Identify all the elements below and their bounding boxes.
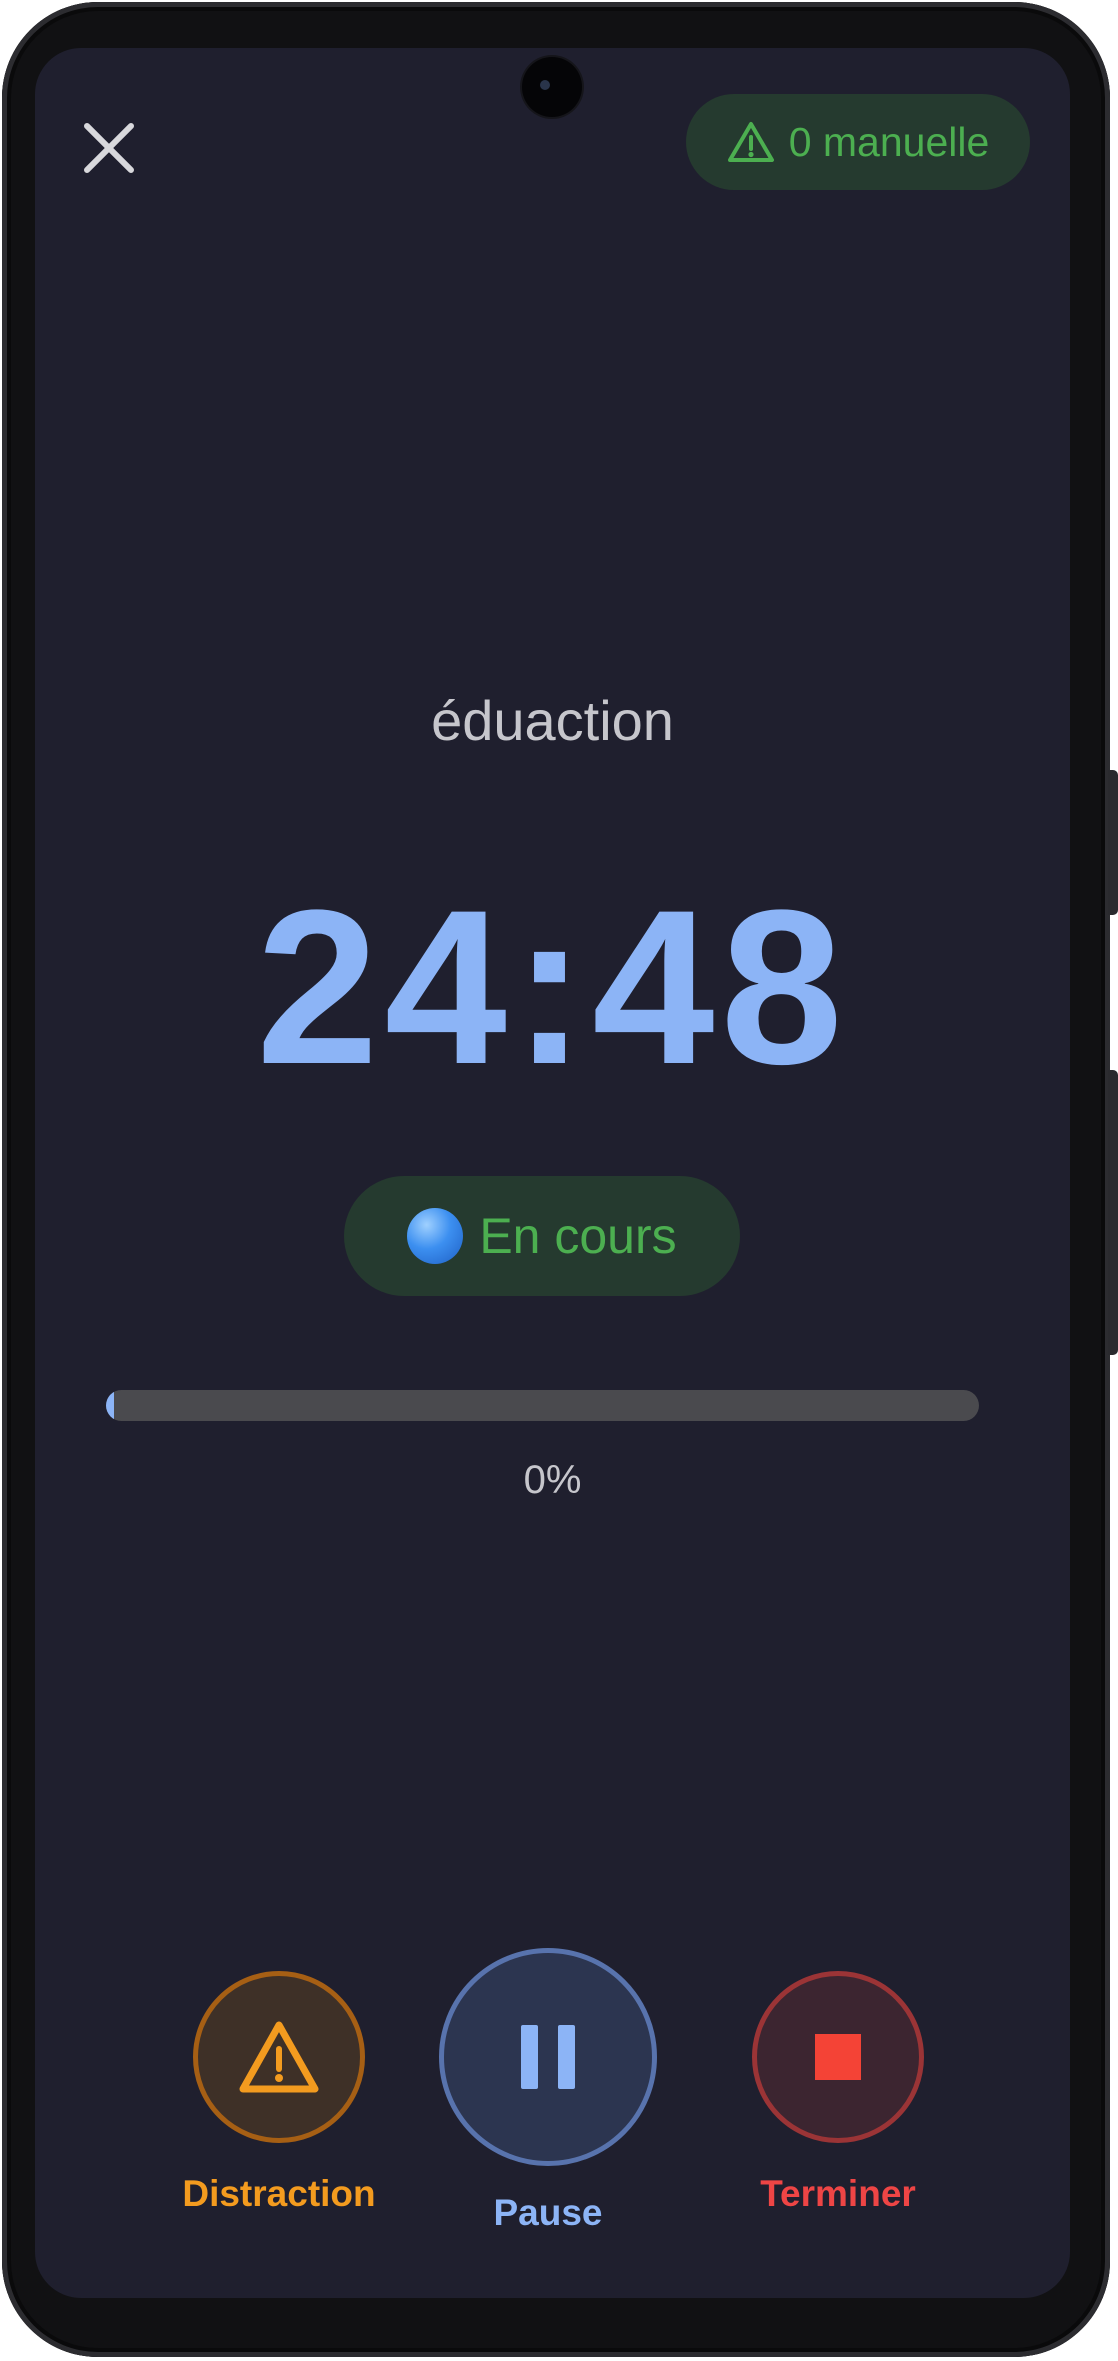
stop-label: Terminer <box>760 2173 916 2214</box>
pause-icon <box>521 2025 575 2089</box>
stop-icon <box>815 2034 861 2080</box>
power-button <box>1108 1070 1118 1355</box>
close-icon <box>84 123 134 173</box>
activity-title: éduaction <box>431 689 674 752</box>
pause-circle[interactable] <box>439 1948 657 2166</box>
status-label: En cours <box>479 1208 677 1264</box>
close-button[interactable] <box>79 118 139 178</box>
progress-bar <box>106 1390 979 1421</box>
focus-session-screen: 0 manuelle éduaction 24:48 En cours 0% D… <box>35 48 1070 2298</box>
warning-triangle-icon <box>727 122 774 162</box>
stop-button[interactable]: Terminer <box>712 1971 964 2215</box>
blue-circle-icon <box>407 1208 464 1264</box>
countdown-timer: 24:48 <box>256 864 849 1110</box>
status-badge: En cours <box>344 1176 740 1296</box>
phone-device: 0 manuelle éduaction 24:48 En cours 0% D… <box>0 0 1118 2361</box>
volume-button <box>1108 770 1118 915</box>
pause-label: Pause <box>493 2192 603 2233</box>
front-camera <box>522 57 582 117</box>
warning-triangle-icon <box>239 2021 319 2093</box>
progress-percent: 0% <box>523 1458 582 1502</box>
progress-bar-fill <box>106 1390 114 1421</box>
distraction-label: Distraction <box>182 2173 376 2214</box>
stop-circle[interactable] <box>752 1971 924 2143</box>
distraction-circle[interactable] <box>193 1971 365 2143</box>
manual-count-label: 0 manuelle <box>788 118 990 165</box>
distraction-button[interactable]: Distraction <box>153 1971 405 2215</box>
pause-button[interactable]: Pause <box>423 1948 673 2234</box>
manual-distraction-badge[interactable]: 0 manuelle <box>686 94 1030 190</box>
